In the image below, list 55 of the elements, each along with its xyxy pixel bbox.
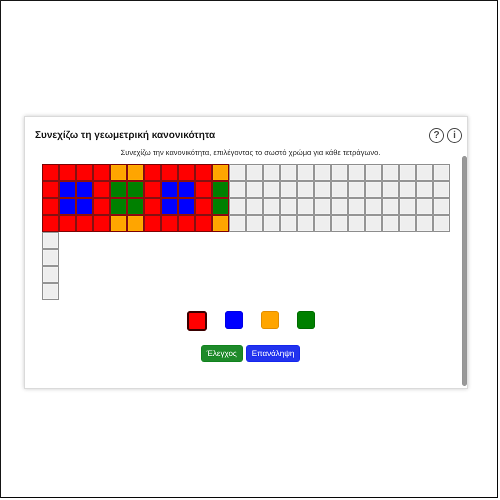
colored-square[interactable] bbox=[212, 215, 229, 232]
colored-square[interactable] bbox=[178, 164, 195, 181]
empty-square[interactable] bbox=[42, 266, 59, 283]
colored-square[interactable] bbox=[59, 198, 76, 215]
colored-square[interactable] bbox=[42, 198, 59, 215]
colored-square[interactable] bbox=[59, 164, 76, 181]
scrollbar[interactable] bbox=[462, 156, 467, 386]
colored-square[interactable] bbox=[212, 198, 229, 215]
colored-square[interactable] bbox=[144, 198, 161, 215]
colored-square[interactable] bbox=[59, 181, 76, 198]
colored-square[interactable] bbox=[76, 215, 93, 232]
colored-square[interactable] bbox=[59, 215, 76, 232]
colored-square[interactable] bbox=[178, 198, 195, 215]
colored-square[interactable] bbox=[161, 164, 178, 181]
colored-square[interactable] bbox=[110, 164, 127, 181]
colored-square[interactable] bbox=[42, 164, 59, 181]
color-swatch[interactable] bbox=[186, 311, 206, 331]
colored-square[interactable] bbox=[76, 198, 93, 215]
colored-square[interactable] bbox=[42, 181, 59, 198]
colored-square[interactable] bbox=[93, 215, 110, 232]
colored-square[interactable] bbox=[195, 215, 212, 232]
colored-square[interactable] bbox=[195, 198, 212, 215]
colored-square[interactable] bbox=[76, 181, 93, 198]
retry-button[interactable]: Επανάληψη bbox=[246, 345, 300, 362]
colored-square[interactable] bbox=[93, 198, 110, 215]
colored-square[interactable] bbox=[161, 198, 178, 215]
colored-square[interactable] bbox=[110, 198, 127, 215]
colored-square[interactable] bbox=[93, 181, 110, 198]
colored-square[interactable] bbox=[161, 215, 178, 232]
colored-square[interactable] bbox=[127, 181, 144, 198]
empty-square[interactable] bbox=[42, 283, 59, 300]
empty-square[interactable] bbox=[42, 232, 59, 249]
info-icon[interactable]: i bbox=[447, 128, 462, 142]
empty-square[interactable] bbox=[42, 249, 59, 266]
colored-square[interactable] bbox=[110, 181, 127, 198]
colored-square[interactable] bbox=[127, 164, 144, 181]
card-title: Συνεχίζω τη γεωμετρική κανονικότητα bbox=[35, 130, 216, 140]
colored-square[interactable] bbox=[144, 215, 161, 232]
colored-square[interactable] bbox=[212, 181, 229, 198]
colored-square[interactable] bbox=[161, 181, 178, 198]
colored-square[interactable] bbox=[178, 181, 195, 198]
colored-square[interactable] bbox=[110, 215, 127, 232]
colored-square[interactable] bbox=[127, 215, 144, 232]
colored-square[interactable] bbox=[127, 198, 144, 215]
colored-square[interactable] bbox=[195, 164, 212, 181]
colored-square[interactable] bbox=[76, 164, 93, 181]
check-button[interactable]: Έλεγχος bbox=[200, 345, 243, 362]
colored-square[interactable] bbox=[42, 215, 59, 232]
colored-square[interactable] bbox=[212, 164, 229, 181]
colored-square[interactable] bbox=[93, 164, 110, 181]
colored-square[interactable] bbox=[144, 164, 161, 181]
colored-square[interactable] bbox=[178, 215, 195, 232]
colored-square[interactable] bbox=[144, 181, 161, 198]
help-icon[interactable]: ? bbox=[429, 128, 444, 142]
colored-square[interactable] bbox=[195, 181, 212, 198]
